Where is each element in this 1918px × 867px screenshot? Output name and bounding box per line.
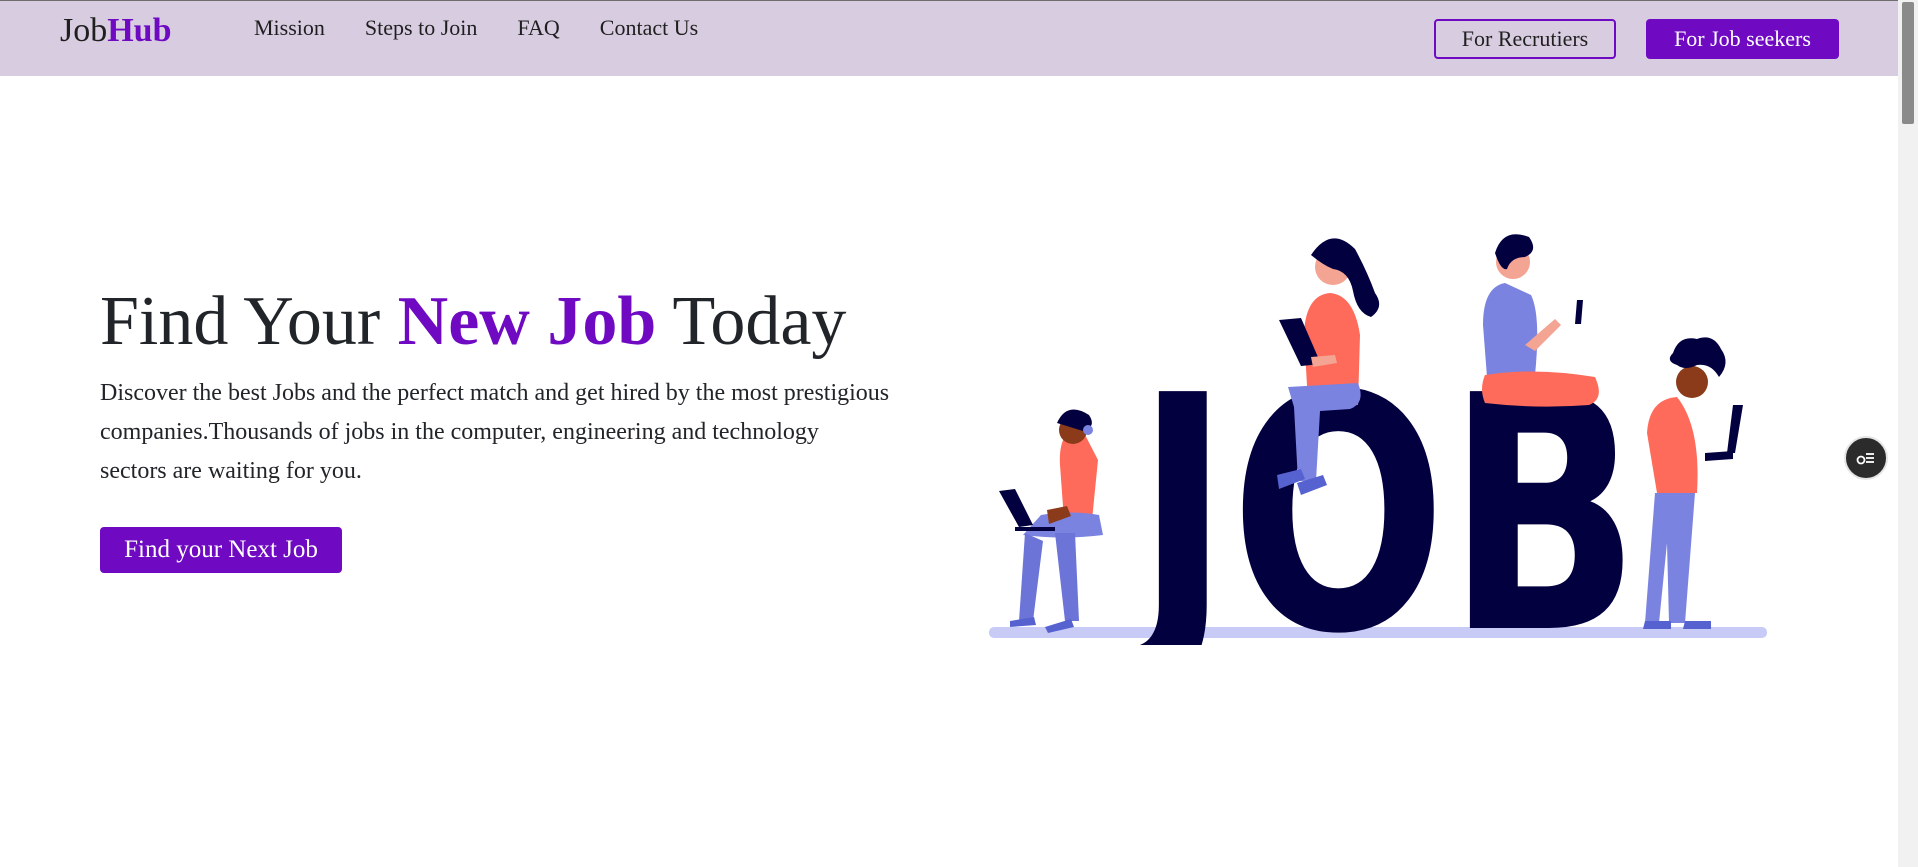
floating-menu-button[interactable] bbox=[1844, 436, 1888, 480]
hero-title-part-3: Today bbox=[656, 283, 847, 360]
brand-logo[interactable]: JobHub bbox=[60, 12, 172, 50]
for-job-seekers-button[interactable]: For Job seekers bbox=[1646, 19, 1839, 59]
scrollbar-thumb[interactable] bbox=[1902, 2, 1914, 124]
nav-link-mission[interactable]: Mission bbox=[254, 15, 325, 41]
hero-description: Discover the best Jobs and the perfect m… bbox=[100, 380, 890, 484]
person-left-with-laptop bbox=[999, 409, 1103, 633]
brand-text-hub: Hub bbox=[107, 12, 172, 49]
hero-title: Find Your New Job Today bbox=[100, 280, 846, 364]
brand-text-job: Job bbox=[60, 12, 108, 49]
top-navbar: JobHub Mission Steps to Join FAQ Contact… bbox=[0, 0, 1898, 76]
person-sitting-on-b bbox=[1482, 234, 1599, 407]
nav-link-contact-us[interactable]: Contact Us bbox=[600, 15, 698, 41]
hero-title-part-1: Find Your bbox=[100, 283, 398, 360]
person-standing-right bbox=[1643, 337, 1743, 629]
job-illustration: JOB bbox=[989, 234, 1767, 645]
nav-link-faq[interactable]: FAQ bbox=[517, 15, 559, 41]
nav-link-steps-to-join[interactable]: Steps to Join bbox=[365, 15, 477, 41]
list-toggle-icon bbox=[1856, 453, 1874, 465]
hero-title-accent: New Job bbox=[397, 283, 657, 360]
for-recruiters-button[interactable]: For Recrutiers bbox=[1434, 19, 1616, 59]
nav-links: Mission Steps to Join FAQ Contact Us bbox=[254, 15, 698, 41]
find-next-job-button[interactable]: Find your Next Job bbox=[100, 527, 342, 573]
vertical-scrollbar[interactable] bbox=[1898, 0, 1918, 867]
